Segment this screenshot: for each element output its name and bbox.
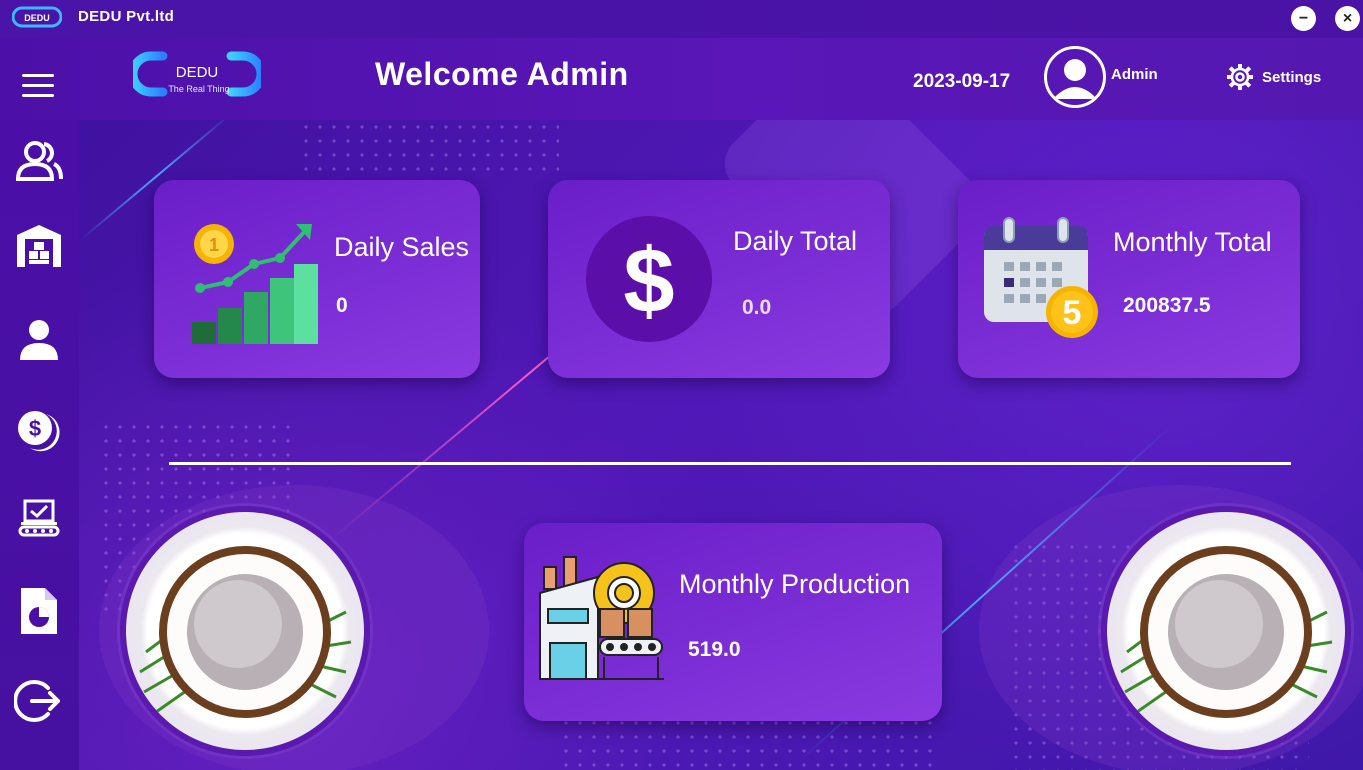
monthly-total-value: 200837.5 xyxy=(1123,294,1211,317)
daily-sales-title: Daily Sales xyxy=(334,232,470,262)
coconut-image-right xyxy=(1101,506,1351,756)
svg-text:$: $ xyxy=(29,416,41,441)
svg-text:DEDU: DEDU xyxy=(176,64,219,81)
monthly-production-title: Monthly Production xyxy=(679,569,911,599)
user-name: Admin xyxy=(1111,66,1158,83)
company-logo: DEDU The Real Thing xyxy=(133,51,261,97)
current-date: 2023-09-17 xyxy=(913,71,1011,92)
warehouse-icon xyxy=(17,225,61,267)
sidebar-item-warehouse[interactable] xyxy=(14,221,64,271)
daily-total-value: 0.0 xyxy=(742,296,772,319)
daily-total-title: Daily Total xyxy=(733,226,858,256)
sidebar-item-users[interactable] xyxy=(14,136,64,186)
monthly-production-value: 519.0 xyxy=(688,638,741,661)
sidebar-item-payments[interactable]: $ xyxy=(14,404,64,454)
monthly-total-card[interactable]: 5 Monthly Total 200837.5 xyxy=(958,180,1300,378)
calendar-icon: 5 xyxy=(984,217,1098,338)
avatar[interactable] xyxy=(1044,46,1106,108)
coconut-icon xyxy=(1120,546,1333,718)
sidebar-item-production[interactable] xyxy=(14,494,64,544)
menu-toggle-button[interactable] xyxy=(22,74,54,100)
section-divider xyxy=(169,462,1291,465)
svg-text:DEDU: DEDU xyxy=(24,13,50,23)
production-line-icon xyxy=(18,499,60,537)
sales-growth-icon: 1 xyxy=(192,224,318,344)
user-avatar-icon xyxy=(1053,59,1097,99)
daily-total-card[interactable]: $ Daily Total 0.0 xyxy=(548,180,890,378)
sidebar-item-reports[interactable] xyxy=(14,586,64,636)
svg-text:The Real Thing: The Real Thing xyxy=(168,84,229,94)
svg-text:1: 1 xyxy=(209,235,219,255)
monthly-total-title: Monthly Total xyxy=(1113,227,1272,257)
minimize-button[interactable]: − xyxy=(1291,6,1316,31)
coconut-image-left xyxy=(120,506,370,756)
coconut-icon xyxy=(139,546,352,718)
daily-sales-value: 0 xyxy=(336,294,348,317)
svg-text:$: $ xyxy=(623,230,674,332)
sidebar-item-logout[interactable] xyxy=(14,676,64,726)
close-button[interactable]: × xyxy=(1335,6,1360,31)
sidebar: $ xyxy=(0,120,79,770)
dollar-icon: $ xyxy=(586,216,712,342)
page-title: Welcome Admin xyxy=(375,56,629,92)
window-titlebar: DEDU DEDU Pvt.ltd − × xyxy=(0,0,1363,38)
bg-dots xyxy=(299,120,559,180)
dollar-coin-icon: $ xyxy=(18,411,60,452)
monthly-production-card[interactable]: Monthly Production 519.0 xyxy=(524,523,942,721)
settings-label: Settings xyxy=(1262,68,1322,86)
logout-icon xyxy=(14,680,60,722)
report-icon xyxy=(21,588,57,634)
app-header: DEDU The Real Thing Welcome Admin 2023-0… xyxy=(0,38,1363,120)
users-icon xyxy=(15,141,63,181)
app-logo-small-icon: DEDU xyxy=(12,6,62,28)
daily-sales-card[interactable]: 1 Daily Sales 0 xyxy=(154,180,480,378)
user-icon xyxy=(20,320,58,360)
gear-icon xyxy=(1227,64,1253,90)
settings-button[interactable]: Settings xyxy=(1226,63,1321,91)
svg-text:5: 5 xyxy=(1063,294,1082,332)
factory-icon xyxy=(539,556,664,680)
window-title: DEDU Pvt.ltd xyxy=(78,8,175,25)
sidebar-item-user[interactable] xyxy=(14,315,64,365)
